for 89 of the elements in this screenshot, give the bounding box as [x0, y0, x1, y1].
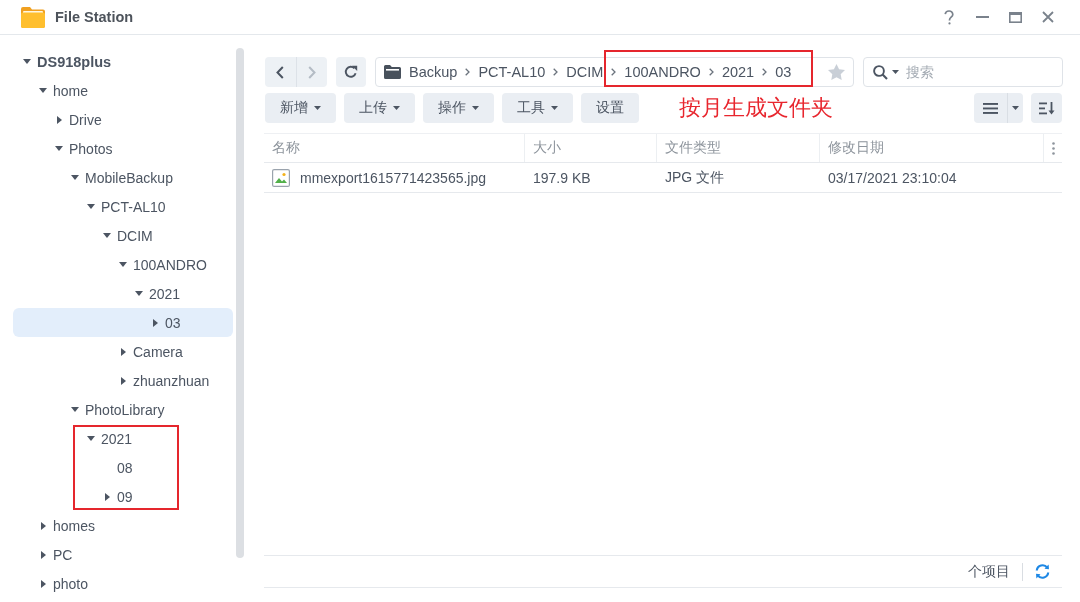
tree-item[interactable]: MobileBackup: [85, 169, 173, 186]
tree-item[interactable]: home: [53, 82, 89, 99]
more-icon[interactable]: [1051, 141, 1055, 155]
tree-item[interactable]: 100ANDRO: [133, 256, 207, 273]
chevron-right-icon: [611, 68, 617, 76]
tree-item[interactable]: DS918plus: [37, 53, 112, 70]
path-segment[interactable]: 03: [775, 64, 792, 80]
tree-item[interactable]: PCT-AL10: [101, 198, 166, 215]
tree-item[interactable]: PhotoLibrary: [85, 401, 165, 418]
folder-app-icon: [20, 5, 46, 29]
table-cell: 03/17/2021 23:10:04: [828, 169, 957, 186]
path-segment[interactable]: DCIM: [566, 64, 604, 80]
folder-icon: [384, 65, 401, 79]
caret-down-icon[interactable]: [71, 175, 79, 180]
path-segment[interactable]: 100ANDRO: [624, 64, 701, 80]
caret-down-icon: [1012, 106, 1019, 110]
toolbar-button[interactable]: 新增: [265, 93, 336, 123]
chevron-right-icon: [708, 68, 714, 76]
tree-item[interactable]: photo: [53, 575, 89, 592]
tree-item[interactable]: zhuanzhuan: [133, 372, 210, 389]
tree-item[interactable]: 2021: [149, 285, 181, 302]
maximize-icon: [1008, 11, 1022, 23]
caret-down-icon[interactable]: [103, 233, 111, 238]
image-file-icon: [272, 168, 290, 187]
star-icon[interactable]: [828, 64, 845, 80]
path-segment[interactable]: 2021: [721, 64, 755, 80]
caret-down-icon: [472, 106, 479, 110]
annotation-text: 按月生成文件夹: [679, 94, 833, 122]
chevron-left-icon: [276, 65, 285, 79]
caret-right-icon[interactable]: [40, 579, 46, 588]
search-field[interactable]: 搜索: [863, 57, 1063, 87]
chevron-right-icon: [465, 68, 471, 76]
sort-icon: [1038, 101, 1055, 115]
toolbar-button[interactable]: 设置: [581, 93, 639, 123]
path-segment[interactable]: Backup: [409, 64, 458, 80]
search-icon[interactable]: [873, 64, 888, 80]
close-icon: [1042, 11, 1054, 23]
caret-right-icon[interactable]: [40, 550, 46, 559]
caret-down-icon: [551, 106, 558, 110]
caret-down-icon[interactable]: [55, 146, 63, 151]
window-title: File Station: [55, 9, 134, 25]
refresh-icon[interactable]: [1035, 564, 1050, 579]
caret-right-icon[interactable]: [120, 376, 126, 385]
refresh-icon: [344, 65, 358, 79]
toolbar-button[interactable]: 工具: [502, 93, 573, 123]
scrollbar[interactable]: [236, 48, 244, 558]
table-cell: 197.9 KB: [533, 169, 591, 186]
refresh-button[interactable]: [336, 57, 366, 87]
table-cell: JPG 文件: [665, 168, 725, 187]
path-segment[interactable]: PCT-AL10: [478, 64, 546, 80]
tree-item[interactable]: Camera: [133, 343, 183, 360]
caret-down-icon[interactable]: [119, 262, 127, 267]
caret-down-icon[interactable]: [71, 407, 79, 412]
tree-item[interactable]: Drive: [69, 111, 102, 128]
chevron-right-icon: [762, 68, 768, 76]
tree-item[interactable]: 2021: [101, 430, 133, 447]
item-count: 个项目: [968, 562, 1010, 581]
caret-right-icon[interactable]: [120, 347, 126, 356]
chevron-right-icon: [553, 68, 559, 76]
selected-tree-row[interactable]: 03: [13, 308, 233, 337]
chevron-right-icon: [307, 65, 316, 79]
table-cell: mmexport1615771423565.jpg: [300, 169, 487, 186]
tree-item[interactable]: 08: [117, 459, 133, 476]
tree-item[interactable]: Photos: [69, 140, 113, 157]
tree-item[interactable]: homes: [53, 517, 96, 534]
minimize-icon: [975, 16, 989, 18]
toolbar-button[interactable]: 上传: [344, 93, 415, 123]
caret-down-icon: [393, 106, 400, 110]
caret-down-icon[interactable]: [23, 59, 31, 64]
caret-down-icon[interactable]: [87, 204, 95, 209]
caret-right-icon[interactable]: [56, 115, 62, 124]
sort-button[interactable]: [1031, 93, 1062, 123]
caret-down-icon: [314, 106, 321, 110]
help-icon: [944, 9, 954, 25]
caret-down-icon[interactable]: [135, 291, 143, 296]
view-mode-button[interactable]: [974, 93, 1023, 123]
tree-item[interactable]: 03: [165, 314, 181, 331]
caret-right-icon[interactable]: [152, 318, 158, 327]
caret-right-icon[interactable]: [104, 492, 110, 501]
caret-down-icon[interactable]: [39, 88, 47, 93]
list-view-icon: [983, 102, 998, 114]
toolbar-button[interactable]: 操作: [423, 93, 494, 123]
tree-item[interactable]: DCIM: [117, 227, 153, 244]
caret-right-icon[interactable]: [40, 521, 46, 530]
path-field[interactable]: Backup PCT-AL10 DCIM 100ANDRO 2021 03: [375, 57, 854, 87]
tree-item[interactable]: 09: [117, 488, 133, 505]
caret-down-icon[interactable]: [87, 436, 95, 441]
caret-down-icon: [892, 70, 899, 74]
tree-item[interactable]: PC: [53, 546, 73, 563]
